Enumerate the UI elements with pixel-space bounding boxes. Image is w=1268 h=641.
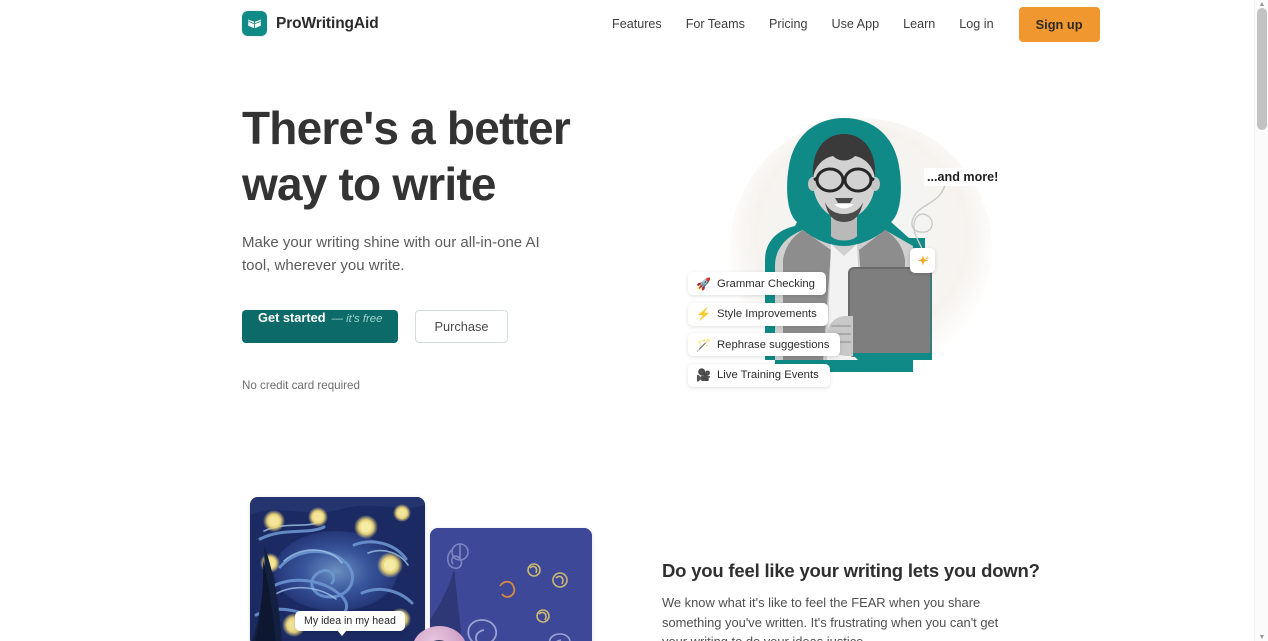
purchase-button[interactable]: Purchase	[415, 310, 508, 343]
nav-item-features[interactable]: Features	[600, 12, 674, 37]
page-title: There's a better way to write	[242, 100, 622, 212]
hero-title-line-1: There's a better	[242, 102, 571, 154]
feature-card-label: Grammar Checking	[717, 277, 815, 290]
scroll-up-arrow-icon[interactable]: ▲	[1255, 0, 1268, 8]
hero-title-line-2: way to write	[242, 158, 496, 210]
feature-card-live-training-events[interactable]: 🎥 Live Training Events	[688, 363, 830, 387]
feature-card-list: 🚀 Grammar Checking ⚡ Style Improvements …	[688, 272, 841, 387]
scrollbar-thumb[interactable]	[1257, 8, 1267, 130]
sign-up-button[interactable]: Sign up	[1018, 6, 1100, 42]
no-credit-card-note: No credit card required	[242, 379, 360, 392]
brand-name: ProWritingAid	[276, 14, 379, 32]
page-root: ProWritingAid Features For Teams Pricing…	[0, 0, 1268, 641]
feature-card-grammar-checking[interactable]: 🚀 Grammar Checking	[688, 272, 826, 295]
sparkles-icon	[910, 248, 935, 273]
idea-vs-reality-images: My idea in my head	[250, 497, 592, 641]
nav-item-for-teams[interactable]: For Teams	[674, 12, 757, 37]
idea-in-my-head-label: My idea in my head	[295, 611, 405, 636]
get-started-label: Get started	[258, 310, 326, 325]
nav-item-learn[interactable]: Learn	[891, 12, 947, 37]
feature-card-rephrase-suggestions[interactable]: 🪄 Rephrase suggestions	[688, 333, 841, 356]
magic-wand-icon: 🪄	[696, 337, 711, 352]
nav-item-use-app[interactable]: Use App	[819, 12, 891, 37]
video-camera-icon: 🎥	[696, 368, 711, 382]
feature-card-label: Live Training Events	[717, 369, 819, 381]
scroll-down-arrow-icon[interactable]: ▼	[1255, 633, 1268, 641]
site-header: ProWritingAid Features For Teams Pricing…	[0, 0, 1254, 48]
brand-logo-link[interactable]: ProWritingAid	[242, 11, 379, 36]
writing-lets-you-down-section: My idea in my head Do you feel like your…	[0, 478, 1254, 641]
hero-subtitle: Make your writing shine with our all-in-…	[242, 234, 540, 274]
get-started-button[interactable]: Get started — it's free	[242, 310, 399, 343]
get-started-free-note: — it's free	[331, 313, 383, 325]
feature-card-label: Style Improvements	[717, 308, 817, 320]
section-two-body: We know what it's like to feel the FEAR …	[662, 595, 999, 641]
lightning-icon: ⚡	[696, 307, 711, 321]
rocket-icon: 🚀	[696, 276, 711, 291]
open-book-icon	[242, 11, 267, 36]
section-two-copy: Do you feel like your writing lets you d…	[662, 560, 1040, 641]
hero-cta-group: Get started — it's free Purchase	[242, 310, 622, 343]
and-more-label: ...and more!	[924, 168, 1002, 186]
vertical-scrollbar[interactable]: ▲ ▼	[1254, 0, 1268, 641]
hero-illustration: ...and more! 🚀 Grammar Checking ⚡ Style …	[662, 100, 1032, 430]
hero-section: There's a better way to write Make your …	[0, 48, 1254, 478]
hero-copy: There's a better way to write Make your …	[242, 100, 622, 392]
nav-item-log-in[interactable]: Log in	[947, 12, 1005, 37]
main-nav: Features For Teams Pricing Use App Learn…	[600, 0, 1100, 48]
section-two-title: Do you feel like your writing lets you d…	[662, 560, 1040, 581]
simplified-starry-night-sketch	[430, 528, 592, 641]
feature-card-style-improvements[interactable]: ⚡ Style Improvements	[688, 302, 828, 326]
feature-card-label: Rephrase suggestions	[717, 338, 830, 351]
nav-item-pricing[interactable]: Pricing	[757, 12, 820, 37]
